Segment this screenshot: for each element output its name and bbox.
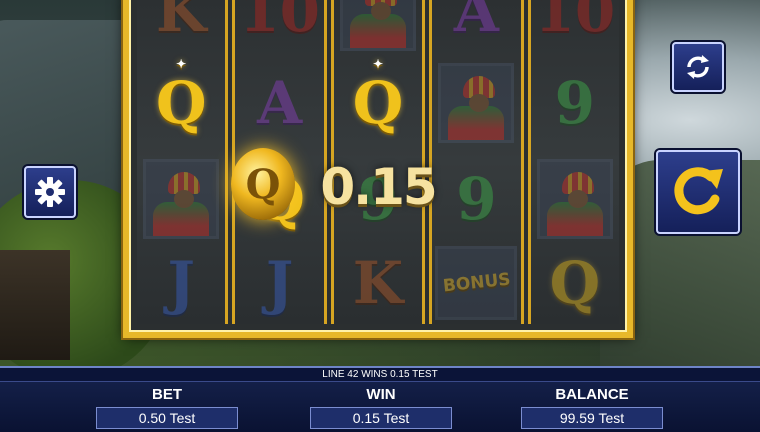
reel-symbol: Q: [549, 249, 601, 317]
bet-panel[interactable]: BET 0.50 Test: [96, 386, 238, 429]
bonus-symbol: BONUS: [432, 236, 520, 330]
reel-symbol: A: [257, 69, 303, 137]
spin-arrow-icon: [674, 167, 723, 215]
reel-symbol: Q ✦: [352, 57, 404, 137]
reel-symbol: Q ✦: [155, 57, 207, 137]
reel-symbol: 10: [534, 0, 616, 45]
sparkle-icon: ✦: [176, 57, 187, 71]
spin-button[interactable]: [656, 150, 740, 234]
reel-5: 10 9 Q: [527, 0, 620, 324]
reel-symbol: J: [265, 249, 294, 317]
chief-symbol: [334, 0, 422, 58]
balance-value: 99.59 Test: [521, 407, 663, 429]
inca-chief-icon: [340, 0, 417, 51]
inca-chief-icon: [438, 63, 515, 143]
win-panel: WIN 0.15 Test: [310, 386, 452, 429]
chief-symbol: [137, 152, 225, 246]
settings-button[interactable]: [24, 166, 76, 218]
bonus-label: BONUS: [441, 269, 512, 296]
gear-icon: [35, 177, 65, 207]
inca-chief-icon: [536, 159, 613, 239]
autoplay-cycle-icon: [687, 55, 709, 79]
gold-coin-icon: Q: [231, 148, 295, 220]
reel-symbol: 10: [239, 0, 320, 45]
reel-symbol: K: [155, 0, 207, 45]
background-hut: [0, 250, 70, 360]
sparkle-icon: ✦: [372, 57, 384, 71]
reel-1: K Q ✦ J: [137, 0, 229, 324]
reel-symbol: K: [352, 249, 404, 317]
line-win-info: LINE 42 WINS 0.15 TEST: [0, 368, 760, 382]
autoplay-button[interactable]: [672, 42, 724, 92]
reel-symbol: 9: [456, 165, 497, 233]
reel-frame: KQ✦J10AQJQ✦9KA9BONUS109Q Q0.15: [123, 0, 633, 338]
balance-label: BALANCE: [555, 386, 629, 403]
chief-symbol: [432, 56, 520, 150]
reel-symbol: A: [453, 0, 499, 45]
balance-panel: BALANCE 99.59 Test: [521, 386, 663, 429]
win-value: 0.15 Test: [310, 407, 452, 429]
reel-4: A 9 BONUS: [429, 0, 524, 324]
win-amount-overlay: 0.15: [320, 158, 437, 216]
win-label: WIN: [366, 386, 396, 403]
reel-symbol: 9: [554, 69, 595, 137]
reel-symbol: J: [167, 249, 195, 317]
inca-chief-icon: [143, 159, 220, 239]
chief-symbol: [531, 152, 619, 246]
bet-label: BET: [152, 386, 182, 403]
bottom-info-bar: LINE 42 WINS 0.15 TEST BET 0.50 Test WIN…: [0, 366, 760, 432]
bet-value[interactable]: 0.50 Test: [96, 407, 238, 429]
